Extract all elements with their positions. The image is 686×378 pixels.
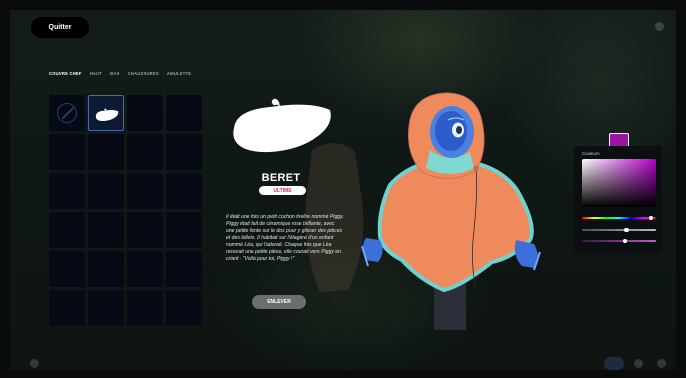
item-name: BERET (261, 172, 301, 184)
inventory-slot[interactable] (127, 173, 163, 209)
saturation-value-box[interactable] (582, 159, 656, 207)
inventory-slot[interactable] (127, 290, 163, 326)
inventory-slot[interactable] (88, 251, 124, 287)
alpha-slider[interactable] (582, 238, 656, 243)
inventory-slot[interactable] (49, 290, 85, 326)
alpha-slider-thumb[interactable] (622, 238, 628, 243)
inventory-slot[interactable] (49, 251, 85, 287)
tab-bottom[interactable]: BAS (110, 71, 119, 76)
remove-button[interactable]: ENLEVER (252, 295, 306, 309)
footer-action[interactable] (657, 357, 670, 370)
no-item-icon (57, 103, 77, 123)
inventory-slot[interactable] (49, 95, 85, 131)
footer-action[interactable] (634, 357, 647, 370)
inventory-slot[interactable] (166, 251, 202, 287)
saturation-slider[interactable] (582, 227, 656, 232)
inventory-slot[interactable] (166, 173, 202, 209)
top-right-controls (641, 22, 668, 31)
inventory-slot[interactable] (166, 134, 202, 170)
inventory-slot[interactable] (166, 290, 202, 326)
inventory-slot[interactable] (88, 173, 124, 209)
top-right-item[interactable] (655, 22, 668, 31)
inventory-slot[interactable] (127, 95, 163, 131)
rarity-badge: ULTIME (259, 186, 306, 195)
quit-button[interactable]: Quitter (31, 17, 89, 38)
inventory-slot[interactable] (88, 212, 124, 248)
beret-preview-icon (233, 98, 331, 153)
tab-top[interactable]: HAUT (90, 71, 102, 76)
hue-slider-thumb[interactable] (648, 215, 654, 220)
action-icon (657, 359, 666, 368)
back-icon (30, 359, 39, 368)
footer-actions (604, 357, 670, 370)
saturation-slider-thumb[interactable] (624, 227, 629, 232)
action-icon (634, 359, 643, 368)
tab-amulet[interactable]: AMULETTE (167, 71, 191, 76)
tab-shoes[interactable]: CHAUSSURES (128, 71, 159, 76)
inventory-slot[interactable] (127, 134, 163, 170)
footer-back[interactable] (30, 359, 44, 368)
category-tabs: COUVRE CHEF HAUT BAS CHAUSSURES AMULETTE (49, 71, 191, 76)
settings-icon (655, 22, 664, 31)
inventory-slot[interactable] (127, 251, 163, 287)
inventory-slot[interactable] (166, 212, 202, 248)
inventory-slot[interactable] (88, 95, 124, 131)
beret-icon (95, 108, 119, 122)
inventory-slot[interactable] (49, 134, 85, 170)
tab-headwear[interactable]: COUVRE CHEF (49, 71, 82, 76)
hue-slider[interactable] (582, 215, 656, 220)
color-picker-panel: Couleurs (574, 146, 662, 253)
inventory-grid (49, 95, 202, 326)
inventory-slot[interactable] (49, 173, 85, 209)
inventory-slot[interactable] (127, 212, 163, 248)
inventory-slot[interactable] (166, 95, 202, 131)
inventory-slot[interactable] (49, 212, 85, 248)
inventory-slot[interactable] (88, 134, 124, 170)
color-picker-label: Couleurs (582, 151, 600, 156)
footer-action-primary[interactable] (604, 357, 624, 370)
inventory-slot[interactable] (88, 290, 124, 326)
player-character (361, 92, 541, 330)
item-description: Il était une fois un petit cochon tireli… (226, 214, 344, 262)
